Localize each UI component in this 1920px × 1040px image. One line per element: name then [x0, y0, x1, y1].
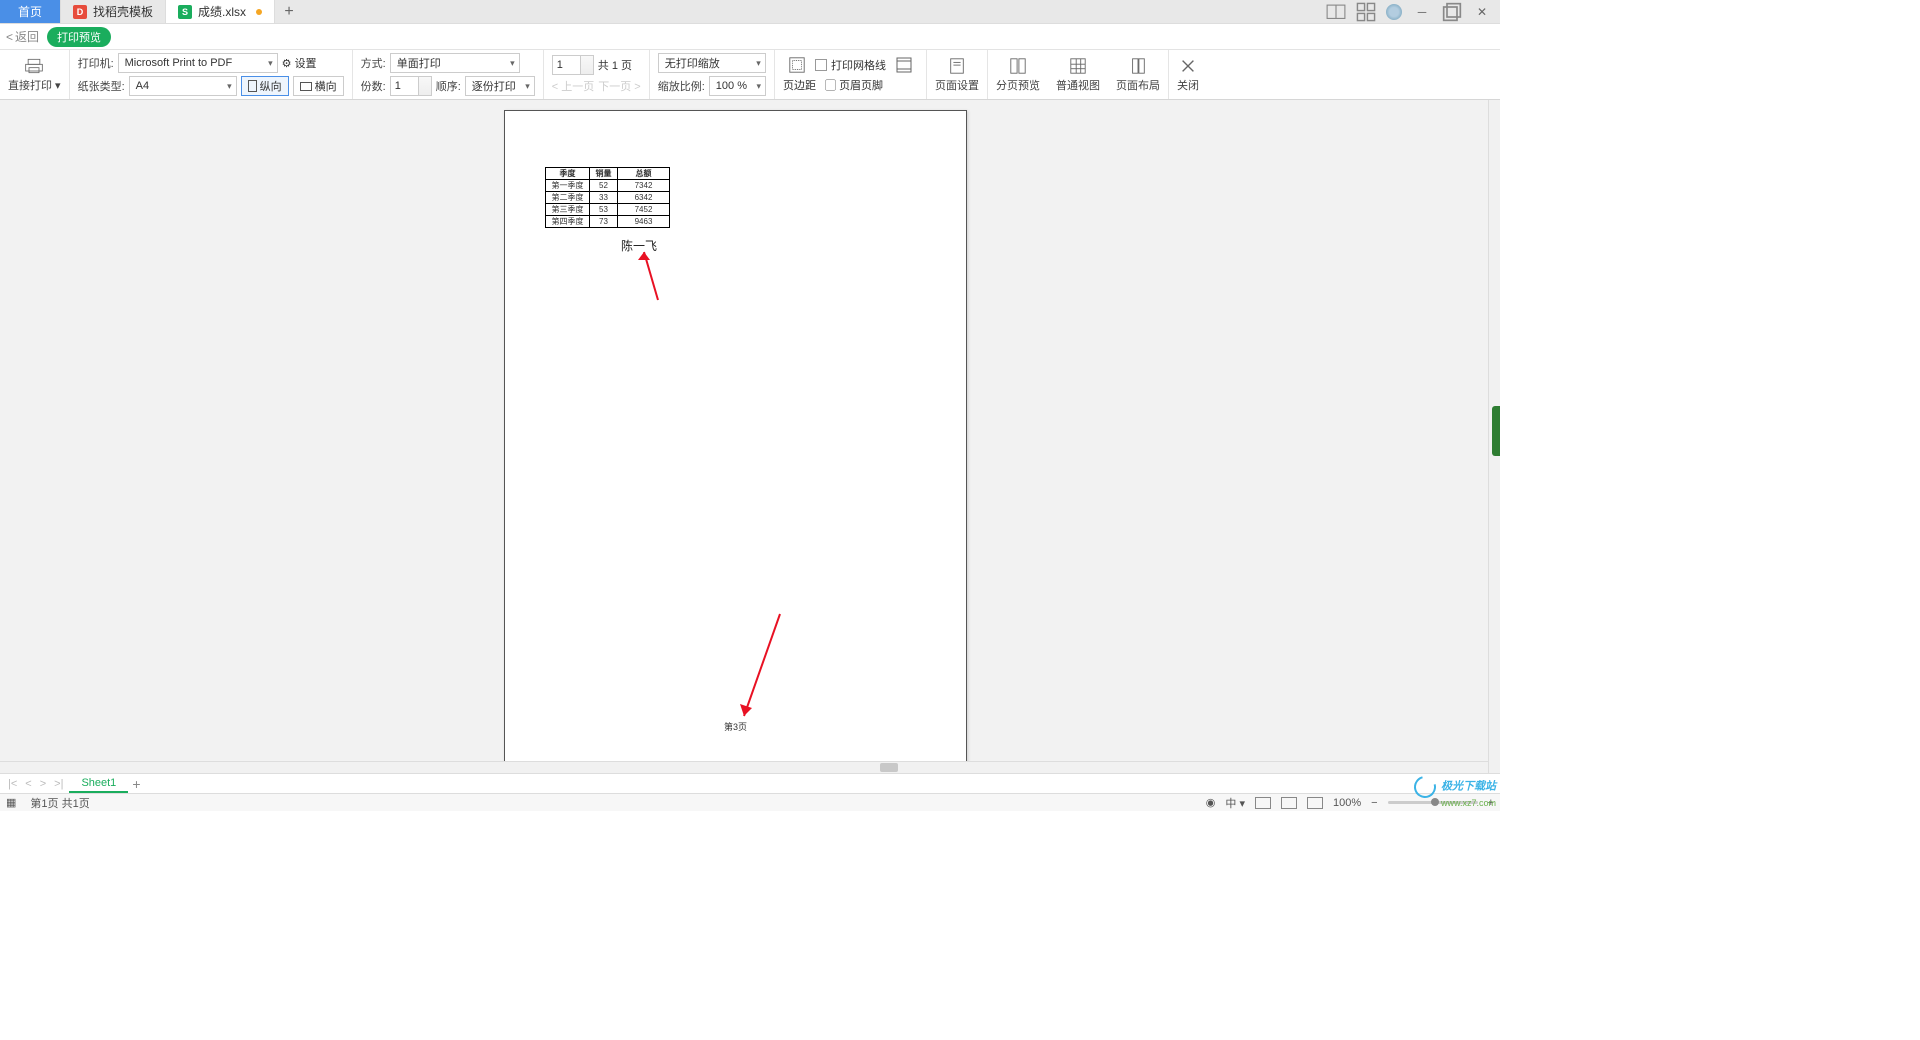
gridlines-checkbox[interactable]	[815, 59, 827, 71]
tab-add-button[interactable]: +	[275, 0, 303, 23]
header-footer-label[interactable]: ▢ 页眉页脚	[825, 77, 883, 93]
side-panel-handle[interactable]	[1492, 406, 1500, 456]
titlebar-controls: ─ ✕	[1326, 0, 1500, 23]
paper-select[interactable]: A4	[129, 76, 237, 96]
status-bar: ▦ 第1页 共1页 ◉ 中 ▾ 100% − +	[0, 793, 1500, 811]
eye-icon[interactable]: ◉	[1206, 796, 1216, 809]
preview-canvas: 季度销量总额 第一季度527342 第二季度336342 第三季度537452 …	[0, 100, 1488, 773]
page-status-label: 第1页 共1页	[30, 795, 89, 811]
sheet-tab-bar: |< < > >| Sheet1 +	[0, 773, 1500, 793]
gridlines-label: 打印网格线	[831, 57, 886, 73]
tab-template[interactable]: D 找稻壳模板	[61, 0, 166, 23]
landscape-button[interactable]: 横向	[293, 76, 344, 96]
tab-file[interactable]: S 成绩.xlsx	[166, 0, 275, 23]
sheet-first-button[interactable]: |<	[6, 778, 19, 790]
unsaved-dot-icon	[256, 9, 262, 15]
page-setup-button[interactable]: 页面设置	[927, 50, 988, 99]
scale-group: 无打印缩放 缩放比例: 100 %	[650, 50, 775, 99]
margins-gridlines-group: 打印网格线 页边距 ▢ 页眉页脚	[775, 50, 927, 99]
zoom-select[interactable]: 100 %	[709, 76, 766, 96]
horizontal-scrollbar[interactable]	[0, 761, 1488, 773]
print-dialog-icon[interactable]: ▦	[6, 796, 16, 809]
sheet-tab-1[interactable]: Sheet1	[69, 775, 128, 793]
sheet-next-button[interactable]: >	[38, 778, 48, 790]
page-nav-group: 1 共 1 页 < 上一页 下一页 >	[544, 50, 650, 99]
margins-label: 页边距	[783, 77, 821, 93]
watermark-logo-icon	[1410, 772, 1440, 802]
print-mode-select[interactable]: 单面打印	[390, 53, 520, 73]
close-window-button[interactable]: ✕	[1472, 3, 1492, 21]
copies-input[interactable]: 1	[390, 76, 432, 96]
spreadsheet-icon: S	[178, 5, 192, 19]
printer-group: 打印机: Microsoft Print to PDF ⚙ 设置 纸张类型: A…	[70, 50, 353, 99]
collate-select[interactable]: 逐份打印	[465, 76, 535, 96]
user-avatar-icon[interactable]	[1386, 4, 1402, 20]
page-layout-button[interactable]: 页面布局	[1108, 50, 1169, 99]
printer-select[interactable]: Microsoft Print to PDF	[118, 53, 278, 73]
page-break-preview-button[interactable]: 分页预览	[988, 50, 1048, 99]
scale-select[interactable]: 无打印缩放	[658, 53, 766, 73]
data-table: 季度销量总额 第一季度527342 第二季度336342 第三季度537452 …	[545, 167, 670, 228]
view-normal-icon[interactable]	[1255, 797, 1271, 809]
view-layout-icon[interactable]	[1307, 797, 1323, 809]
daoke-icon: D	[73, 5, 87, 19]
lang-indicator[interactable]: 中 ▾	[1225, 795, 1245, 811]
reading-layout-icon[interactable]	[1326, 3, 1346, 21]
preview-title-badge: 打印预览	[47, 27, 111, 47]
close-preview-button[interactable]: 关闭	[1169, 50, 1207, 99]
margins-button[interactable]	[783, 56, 811, 74]
grid-icon[interactable]	[1356, 3, 1376, 21]
page-input[interactable]: 1	[552, 55, 594, 75]
sheet-last-button[interactable]: >|	[52, 778, 65, 790]
add-sheet-button[interactable]: +	[132, 776, 140, 792]
print-toolbar: 直接打印 ▾ 打印机: Microsoft Print to PDF ⚙ 设置 …	[0, 50, 1500, 100]
maximize-button[interactable]	[1442, 3, 1462, 21]
annotation-arrow-1	[630, 240, 670, 313]
normal-view-button[interactable]: 普通视图	[1048, 50, 1108, 99]
prev-page-button[interactable]: < 上一页	[552, 78, 594, 94]
preview-header: < 返回 打印预览	[0, 24, 1500, 50]
zoom-value-label: 100%	[1333, 797, 1361, 809]
copies-group: 方式: 单面打印 份数: 1 顺序: 逐份打印	[353, 50, 544, 99]
settings-button[interactable]: ⚙ 设置	[282, 55, 317, 71]
next-page-button[interactable]: 下一页 >	[598, 78, 640, 94]
header-footer-icon-button[interactable]	[890, 56, 918, 74]
zoom-out-button[interactable]: −	[1371, 797, 1377, 809]
direct-print-button[interactable]: 直接打印 ▾	[0, 50, 70, 99]
annotation-arrow-2	[730, 610, 790, 733]
app-tab-bar: 首页 D 找稻壳模板 S 成绩.xlsx + ─ ✕	[0, 0, 1500, 24]
tab-home[interactable]: 首页	[0, 0, 61, 23]
watermark: 极光下载站 www.xz7.com	[1414, 776, 1496, 809]
view-pagebreak-icon[interactable]	[1281, 797, 1297, 809]
portrait-button[interactable]: 纵向	[241, 76, 289, 96]
sheet-prev-button[interactable]: <	[23, 778, 33, 790]
total-pages-label: 共 1 页	[598, 57, 632, 73]
back-button[interactable]: < 返回	[6, 28, 39, 45]
minimize-button[interactable]: ─	[1412, 3, 1432, 21]
